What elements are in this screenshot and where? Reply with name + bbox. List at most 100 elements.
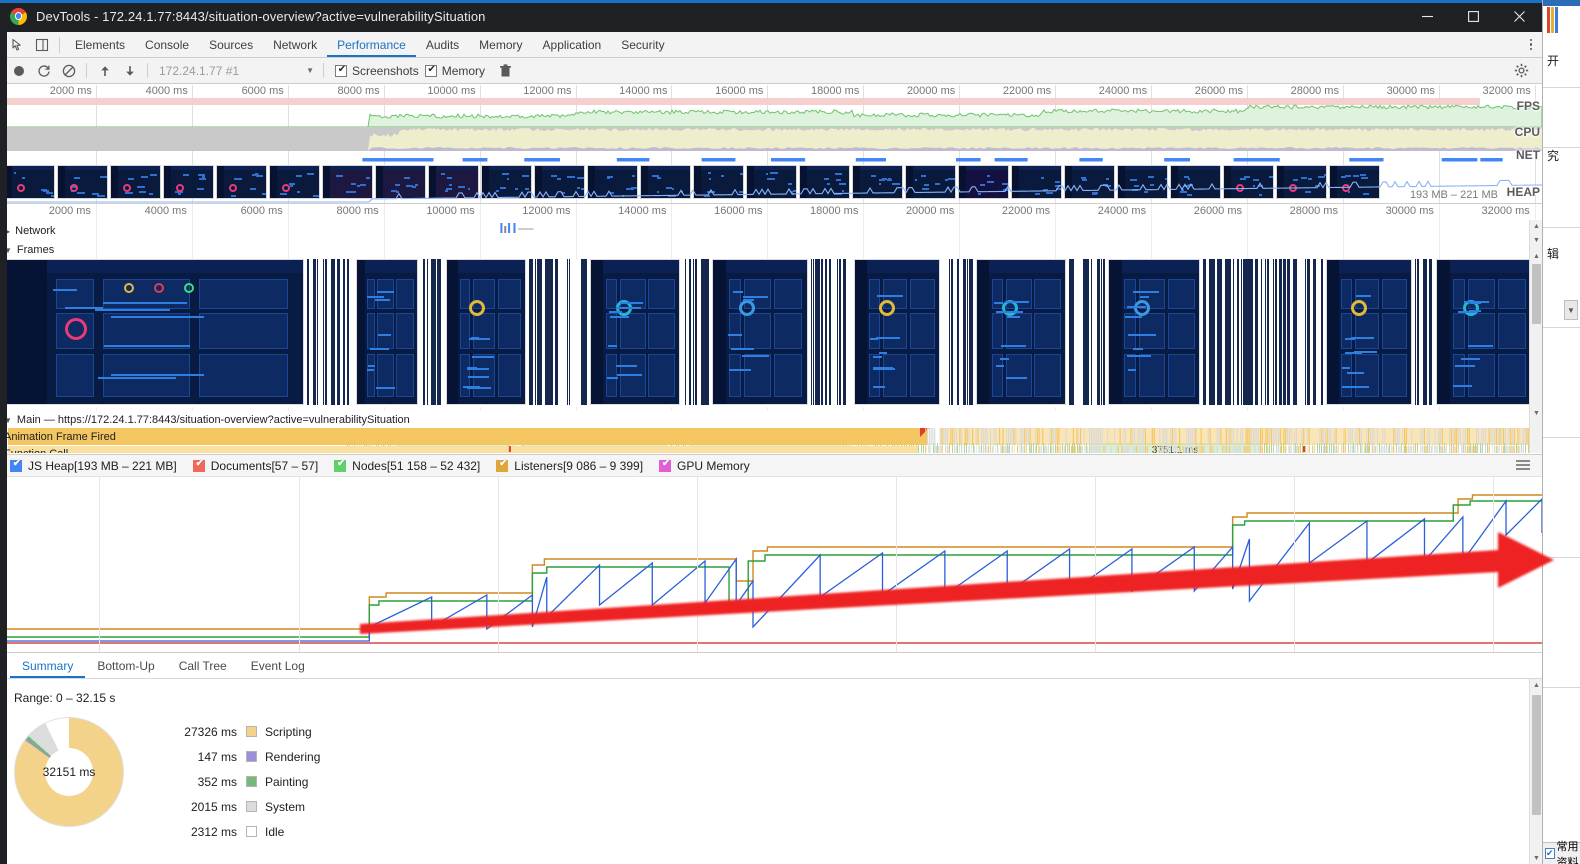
legend-row[interactable]: 27326 ms Scripting [168, 719, 320, 744]
timeline-tick-label: 8000 ms [336, 205, 379, 217]
memory-legend-item[interactable]: JS Heap[193 MB – 221 MB] [10, 458, 177, 473]
filmstrip-screenshot[interactable] [976, 259, 1066, 405]
bg-checkbox-row[interactable]: ✔ 常用资料 [1543, 840, 1580, 864]
memory-counters-pane[interactable]: JS Heap[193 MB – 221 MB] Documents[57 – 5… [0, 454, 1542, 652]
filmstrip-screenshot[interactable] [446, 259, 526, 405]
scroll-up-arrow-icon-2[interactable]: ▼ [1530, 234, 1542, 247]
tab-performance[interactable]: Performance [327, 32, 416, 57]
timeline-tick-label: 2000 ms [48, 205, 91, 217]
thumbnail-detail [183, 173, 189, 176]
bg-stripe-1 [1547, 7, 1550, 33]
trash-icon[interactable] [493, 59, 518, 83]
timeline-pane[interactable]: 2000 ms 4000 ms 6000 ms 8000 ms 10000 ms 1200… [0, 203, 1542, 453]
record-icon[interactable] [6, 59, 31, 83]
legend-row[interactable]: 2015 ms System [168, 794, 320, 819]
drawer-scrollbar[interactable]: ▲ ▼ [1529, 679, 1542, 864]
filmstrip-screenshot[interactable] [1326, 259, 1412, 405]
timeline-row-main[interactable]: ▼ Main — https://172.24.1.77:8443/situat… [0, 411, 1542, 429]
legend-row[interactable]: 352 ms Painting [168, 769, 320, 794]
drawer-scrollbar-thumb[interactable] [1532, 695, 1541, 815]
overview-tick-label: 16000 ms [715, 85, 764, 97]
reload-and-record-icon[interactable] [31, 59, 56, 83]
filmstrip-screenshot[interactable] [1436, 259, 1532, 405]
drawer-tab-summary[interactable]: Summary [10, 653, 85, 678]
maximize-button[interactable] [1450, 0, 1496, 32]
memory-checkbox[interactable]: Memory [424, 64, 485, 78]
inspect-element-icon[interactable] [6, 33, 30, 57]
thumbnail-detail [14, 172, 16, 174]
load-profile-icon[interactable] [92, 59, 117, 83]
scroll-up-arrow-icon[interactable]: ▲ [1530, 679, 1543, 692]
screenshots-checkbox[interactable]: Screenshots [335, 64, 419, 78]
tab-elements[interactable]: Elements [65, 32, 135, 57]
scroll-down-arrow-icon[interactable]: ▼ [1530, 407, 1542, 420]
timeline-scrollbar-thumb[interactable] [1532, 264, 1541, 324]
memory-legend-item[interactable]: GPU Memory [659, 458, 750, 473]
memory-legend-checkbox[interactable] [192, 458, 206, 472]
background-window-titlebar [1543, 0, 1580, 6]
toggle-device-toolbar-icon[interactable] [30, 33, 54, 57]
timeline-scrollbar[interactable]: ▲ ▼ ▲ ▼ [1529, 220, 1542, 453]
timeline-tick-label: 24000 ms [1097, 205, 1147, 217]
bg-side-text: 辑 [1547, 247, 1560, 261]
filmstrip-screenshot[interactable] [590, 259, 680, 405]
filmstrip-screenshot[interactable] [356, 259, 418, 405]
filmstrip-screenshot[interactable] [4, 259, 304, 405]
memory-legend-checkbox[interactable] [496, 458, 509, 472]
hamburger-menu-icon[interactable] [1516, 460, 1530, 470]
filmstrip-transition-bars [943, 259, 973, 405]
timeline-tick-label: 30000 ms [1385, 205, 1434, 217]
tab-audits[interactable]: Audits [416, 32, 469, 57]
tab-console[interactable]: Console [135, 32, 199, 57]
memory-legend[interactable]: JS Heap[193 MB – 221 MB] Documents[57 – 5… [0, 455, 1542, 477]
overview-tick-label: 2000 ms [49, 85, 92, 97]
legend-row[interactable]: 2312 ms Idle [168, 819, 320, 844]
window-controls [1404, 0, 1542, 32]
overview-pane[interactable]: 2000 ms 4000 ms 6000 ms 8000 ms 10000 ms 1200… [0, 85, 1542, 203]
legend-category: Scripting [265, 724, 312, 739]
filmstrip-screenshot[interactable] [712, 259, 808, 405]
bg-cell [1543, 328, 1580, 438]
bg-dropdown-arrow[interactable]: ▼ [1564, 300, 1578, 320]
drawer-tab-bottom-up[interactable]: Bottom-Up [85, 653, 166, 678]
memory-legend-item[interactable]: Nodes[51 158 – 52 432] [334, 458, 481, 473]
tab-network[interactable]: Network [263, 32, 327, 57]
memory-legend-item[interactable]: Documents[57 – 57] [192, 458, 318, 473]
memory-legend-checkbox[interactable] [10, 458, 23, 472]
save-profile-icon[interactable] [117, 59, 142, 83]
more-options-icon[interactable] [1520, 33, 1542, 57]
minimize-button[interactable] [1404, 0, 1450, 32]
drawer-tab-event-log[interactable]: Event Log [239, 653, 317, 678]
filmstrip-screenshot[interactable] [854, 259, 940, 405]
scroll-up-arrow-icon[interactable]: ▲ [1530, 220, 1542, 233]
timeline-tick-label: 16000 ms [714, 205, 763, 217]
timeline-row-frames[interactable]: ▼ Frames [0, 241, 1542, 259]
tab-sources[interactable]: Sources [199, 32, 263, 57]
memory-legend-checkbox[interactable] [659, 458, 672, 472]
memory-legend-label: Nodes[51 158 – 52 432] [352, 458, 481, 473]
memory-gridline [1293, 477, 1295, 652]
tab-memory[interactable]: Memory [469, 32, 532, 57]
memory-legend-item[interactable]: Listeners[9 086 – 9 399] [496, 458, 643, 473]
filmstrip-screenshot[interactable] [1108, 259, 1200, 405]
close-button[interactable] [1496, 0, 1542, 32]
clear-icon[interactable] [56, 59, 81, 83]
tab-security[interactable]: Security [611, 32, 674, 57]
profile-select[interactable]: 172.24.1.77 #1 ▼ [153, 61, 318, 81]
scroll-up-arrow-icon-3[interactable]: ▲ [1530, 250, 1542, 263]
details-drawer[interactable]: Summary Bottom-Up Call Tree Event Log Ra… [0, 652, 1542, 864]
tab-application[interactable]: Application [533, 32, 612, 57]
legend-category: System [265, 799, 306, 814]
overview-lane-label-cpu: CPU [1514, 125, 1540, 139]
memory-legend-label: GPU Memory [677, 458, 750, 473]
legend-row[interactable]: 147 ms Rendering [168, 744, 321, 769]
bg-checkbox-icon[interactable]: ✔ [1545, 848, 1555, 859]
drawer-tab-call-tree[interactable]: Call Tree [167, 653, 239, 678]
timeline-filmstrip[interactable] [0, 259, 1542, 407]
screenshots-label: Screenshots [352, 63, 419, 78]
legend-swatch [246, 726, 257, 737]
capture-settings-gear-icon[interactable] [1510, 60, 1532, 82]
bg-checkbox-label: 常用资料 [1556, 839, 1579, 864]
scroll-down-arrow-icon[interactable]: ▼ [1530, 852, 1543, 864]
memory-legend-checkbox[interactable] [334, 458, 347, 472]
